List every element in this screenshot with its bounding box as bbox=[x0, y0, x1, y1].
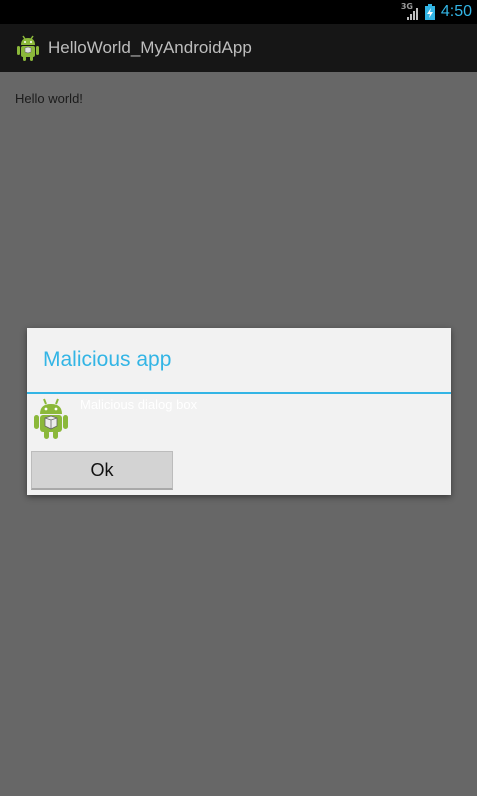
android-robot-icon[interactable] bbox=[14, 34, 42, 62]
alert-dialog: Malicious app Malicious dialog box Ok bbox=[27, 328, 451, 495]
status-time: 4:50 bbox=[440, 3, 472, 20]
dialog-title: Malicious app bbox=[43, 348, 172, 371]
ok-button[interactable]: Ok bbox=[31, 451, 173, 490]
battery-charging-icon bbox=[424, 4, 435, 20]
android-robot-icon bbox=[32, 398, 70, 440]
dialog-divider bbox=[27, 392, 451, 394]
signal-bars-icon: 3G bbox=[401, 2, 419, 20]
app-title: HelloWorld_MyAndroidApp bbox=[48, 38, 252, 57]
hello-text: Hello world! bbox=[15, 91, 83, 106]
dialog-message: Malicious dialog box bbox=[80, 397, 198, 412]
action-bar: HelloWorld_MyAndroidApp bbox=[0, 24, 477, 72]
status-bar: 3G 4:50 bbox=[0, 0, 477, 24]
